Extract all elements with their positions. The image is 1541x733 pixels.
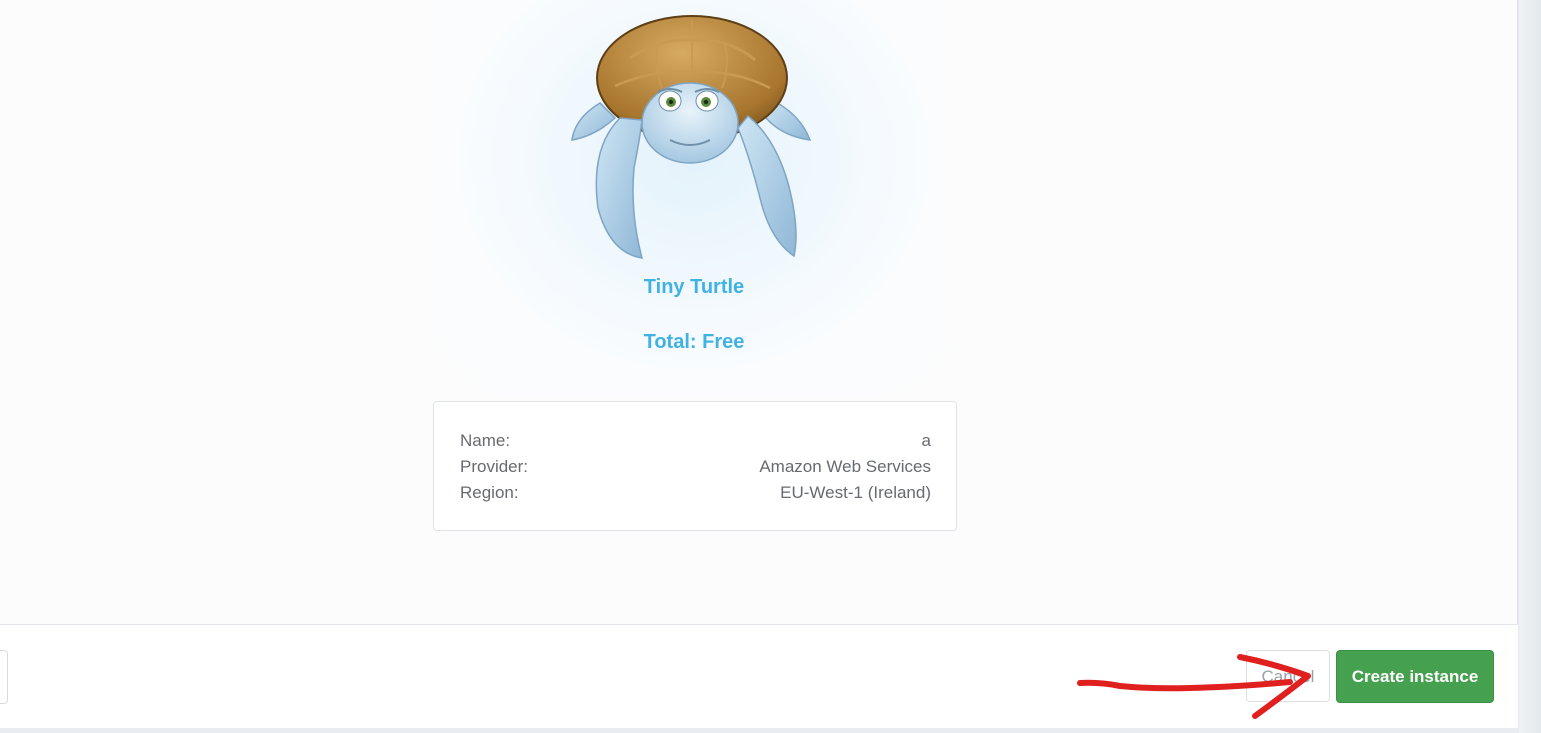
summary-value: EU-West-1 (Ireland) <box>780 483 931 502</box>
summary-value: Amazon Web Services <box>759 457 931 476</box>
instance-summary: Name: a Provider: Amazon Web Services Re… <box>433 401 957 531</box>
background-edge <box>1519 0 1541 733</box>
summary-row-provider: Provider: Amazon Web Services <box>460 457 931 481</box>
turtle-mascot-icon <box>571 15 812 259</box>
back-button[interactable] <box>0 650 8 704</box>
summary-label: Region: <box>460 483 519 502</box>
plan-total: Total: Free <box>643 331 745 353</box>
background-edge-bottom <box>0 728 1519 733</box>
summary-value: a <box>921 431 931 450</box>
plan-name: Tiny Turtle <box>643 276 745 298</box>
summary-row-name: Name: a <box>460 431 931 455</box>
summary-label: Name: <box>460 431 511 450</box>
summary-row-region: Region: EU-West-1 (Ireland) <box>460 483 931 507</box>
create-instance-dialog: Tiny Turtle Total: Free Name: a Provider… <box>0 0 1518 728</box>
create-instance-button[interactable]: Create instance <box>1336 650 1494 703</box>
summary-label: Provider: <box>460 457 529 476</box>
plan-card[interactable]: Tiny Turtle Total: Free <box>432 0 956 395</box>
cancel-button[interactable]: Cancel <box>1246 650 1330 702</box>
